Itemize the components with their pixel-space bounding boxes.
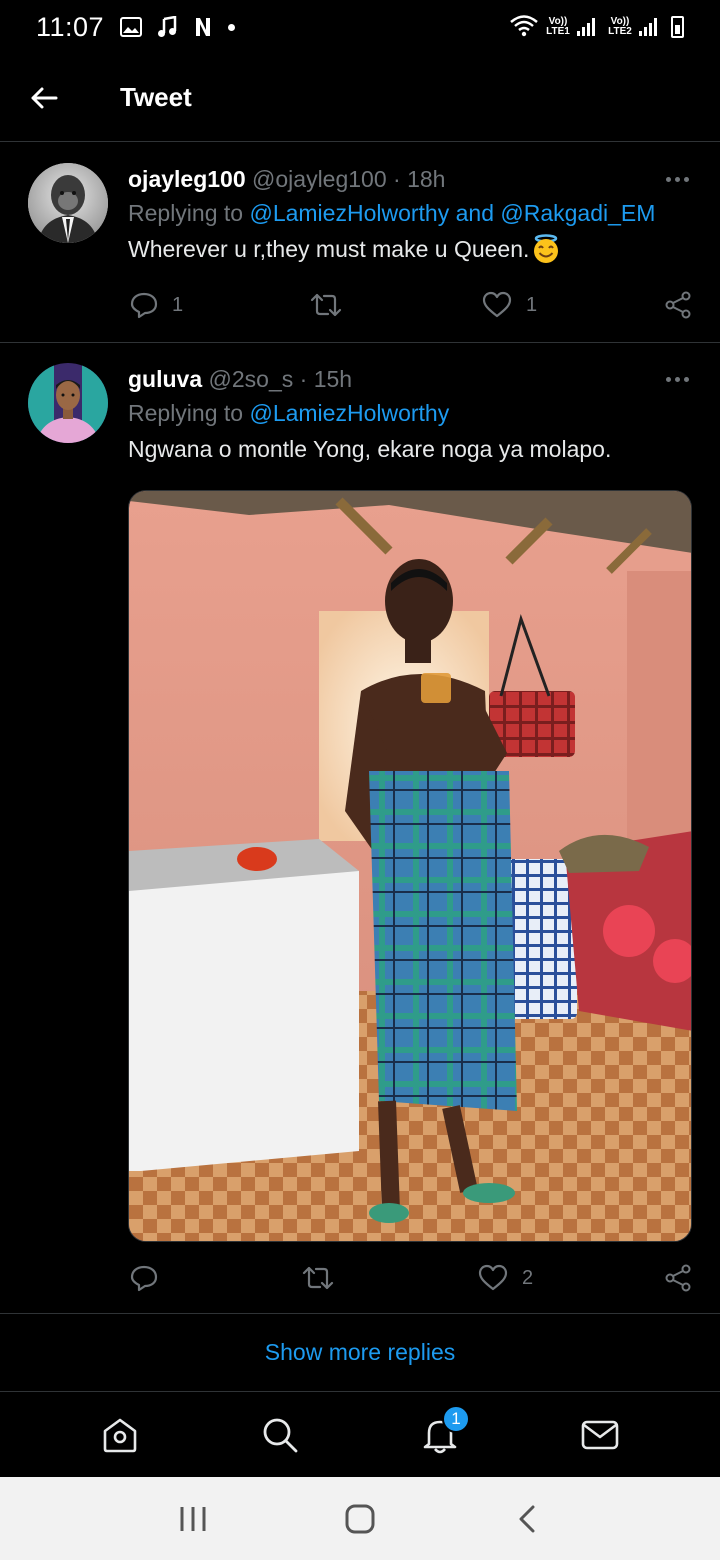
- reply-tweet[interactable]: guluva @2so_s · 15h Replying to @LamiezH…: [0, 344, 720, 1314]
- home-icon: [103, 1418, 137, 1453]
- page-title: Tweet: [120, 82, 192, 112]
- retweet-button[interactable]: [302, 1258, 348, 1298]
- timestamp: · 18h: [393, 166, 446, 192]
- heart-icon: [482, 291, 512, 318]
- reply-icon: [130, 292, 158, 319]
- bottom-nav: 1: [0, 1393, 720, 1477]
- tweet-photo[interactable]: [128, 490, 692, 1242]
- retweet-button[interactable]: [310, 285, 356, 325]
- handle[interactable]: @2so_s: [209, 366, 294, 392]
- back-system-button[interactable]: [497, 1489, 557, 1549]
- handle[interactable]: @ojayleg100: [252, 166, 387, 192]
- heart-icon: [478, 1264, 508, 1291]
- recent-apps-button[interactable]: [163, 1489, 223, 1549]
- reply-button[interactable]: [130, 1258, 172, 1298]
- like-button[interactable]: 1: [482, 285, 537, 325]
- notification-badge: 1: [442, 1405, 470, 1433]
- avatar[interactable]: [28, 363, 108, 443]
- back-button[interactable]: [14, 68, 74, 128]
- reply-button[interactable]: 1: [130, 285, 183, 325]
- home-system-button[interactable]: [330, 1489, 390, 1549]
- timestamp: · 15h: [299, 366, 353, 392]
- music-note-icon: [156, 16, 178, 38]
- chevron-left-icon: [519, 1505, 535, 1532]
- image-icon: [120, 16, 143, 38]
- like-button[interactable]: 2: [478, 1258, 533, 1298]
- more-options-button[interactable]: [662, 363, 692, 395]
- signal-bars-icon: [577, 18, 595, 36]
- reply-count: 1: [172, 293, 184, 316]
- system-nav-bar: [0, 1477, 720, 1560]
- home-square-icon: [345, 1504, 375, 1533]
- smiling-face-with-halo-icon: [534, 234, 559, 263]
- reply-icon: [130, 1265, 158, 1292]
- tweet-text: Ngwana o montle Yong, ekare noga ya mola…: [128, 436, 612, 462]
- replying-prefix: Replying to: [128, 200, 250, 226]
- mention-joiner: and: [449, 200, 501, 226]
- mention-link[interactable]: @Rakgadi_EM: [500, 200, 655, 226]
- replying-to: Replying to @LamiezHolworthy and @Rakgad…: [128, 195, 692, 231]
- search-icon: [263, 1418, 298, 1453]
- replying-prefix: Replying to: [128, 400, 250, 426]
- tweet-actions: 2: [128, 1258, 692, 1298]
- search-tab[interactable]: [250, 1405, 310, 1465]
- like-count: 2: [522, 1266, 534, 1289]
- messages-icon: [581, 1420, 619, 1450]
- reply-tweet[interactable]: ojayleg100 @ojayleg100 · 18h Replying to…: [0, 143, 720, 343]
- arrow-left-icon: [31, 87, 58, 108]
- top-bar: Tweet: [0, 54, 720, 142]
- tweet-text-row: Ngwana o montle Yong, ekare noga ya mola…: [128, 431, 692, 467]
- share-button[interactable]: [664, 1258, 692, 1298]
- netflix-icon: [192, 16, 214, 38]
- tweet-text-row: Wherever u r,they must make u Queen.: [128, 231, 692, 267]
- replying-to: Replying to @LamiezHolworthy: [128, 395, 692, 431]
- display-name[interactable]: guluva: [128, 366, 202, 392]
- share-icon: [665, 291, 691, 319]
- share-icon: [665, 1264, 691, 1292]
- tweet-text: Wherever u r,they must make u Queen.: [128, 236, 530, 262]
- retweet-icon: [302, 1266, 334, 1290]
- retweet-icon: [310, 293, 342, 317]
- tweet-actions: 1 1: [128, 285, 692, 325]
- share-button[interactable]: [664, 285, 692, 325]
- recent-apps-icon: [180, 1506, 206, 1531]
- wifi-icon: [509, 13, 539, 42]
- status-time: 11:07: [36, 11, 105, 42]
- avatar[interactable]: [28, 163, 108, 243]
- dot-icon: [228, 23, 236, 31]
- status-bar: 11:07 Vo)) LTE1 Vo)) LTE2: [0, 0, 720, 54]
- like-count: 1: [526, 293, 538, 316]
- sim1-label: Vo)) LTE1: [546, 16, 570, 37]
- mention-link[interactable]: @LamiezHolworthy: [249, 200, 449, 226]
- sim2-label: Vo)) LTE2: [608, 16, 632, 37]
- home-tab[interactable]: [90, 1405, 150, 1465]
- show-more-replies-link[interactable]: Show more replies: [0, 1314, 720, 1392]
- messages-tab[interactable]: [570, 1405, 630, 1465]
- signal-bars-icon: [639, 18, 657, 36]
- battery-icon: [671, 16, 684, 38]
- display-name[interactable]: ojayleg100: [128, 166, 246, 192]
- mention-link[interactable]: @LamiezHolworthy: [249, 400, 449, 426]
- more-options-button[interactable]: [662, 163, 692, 195]
- tweet-meta: guluva @2so_s · 15h: [128, 363, 692, 395]
- notifications-tab[interactable]: 1: [410, 1405, 470, 1465]
- tweet-meta: ojayleg100 @ojayleg100 · 18h: [128, 163, 692, 195]
